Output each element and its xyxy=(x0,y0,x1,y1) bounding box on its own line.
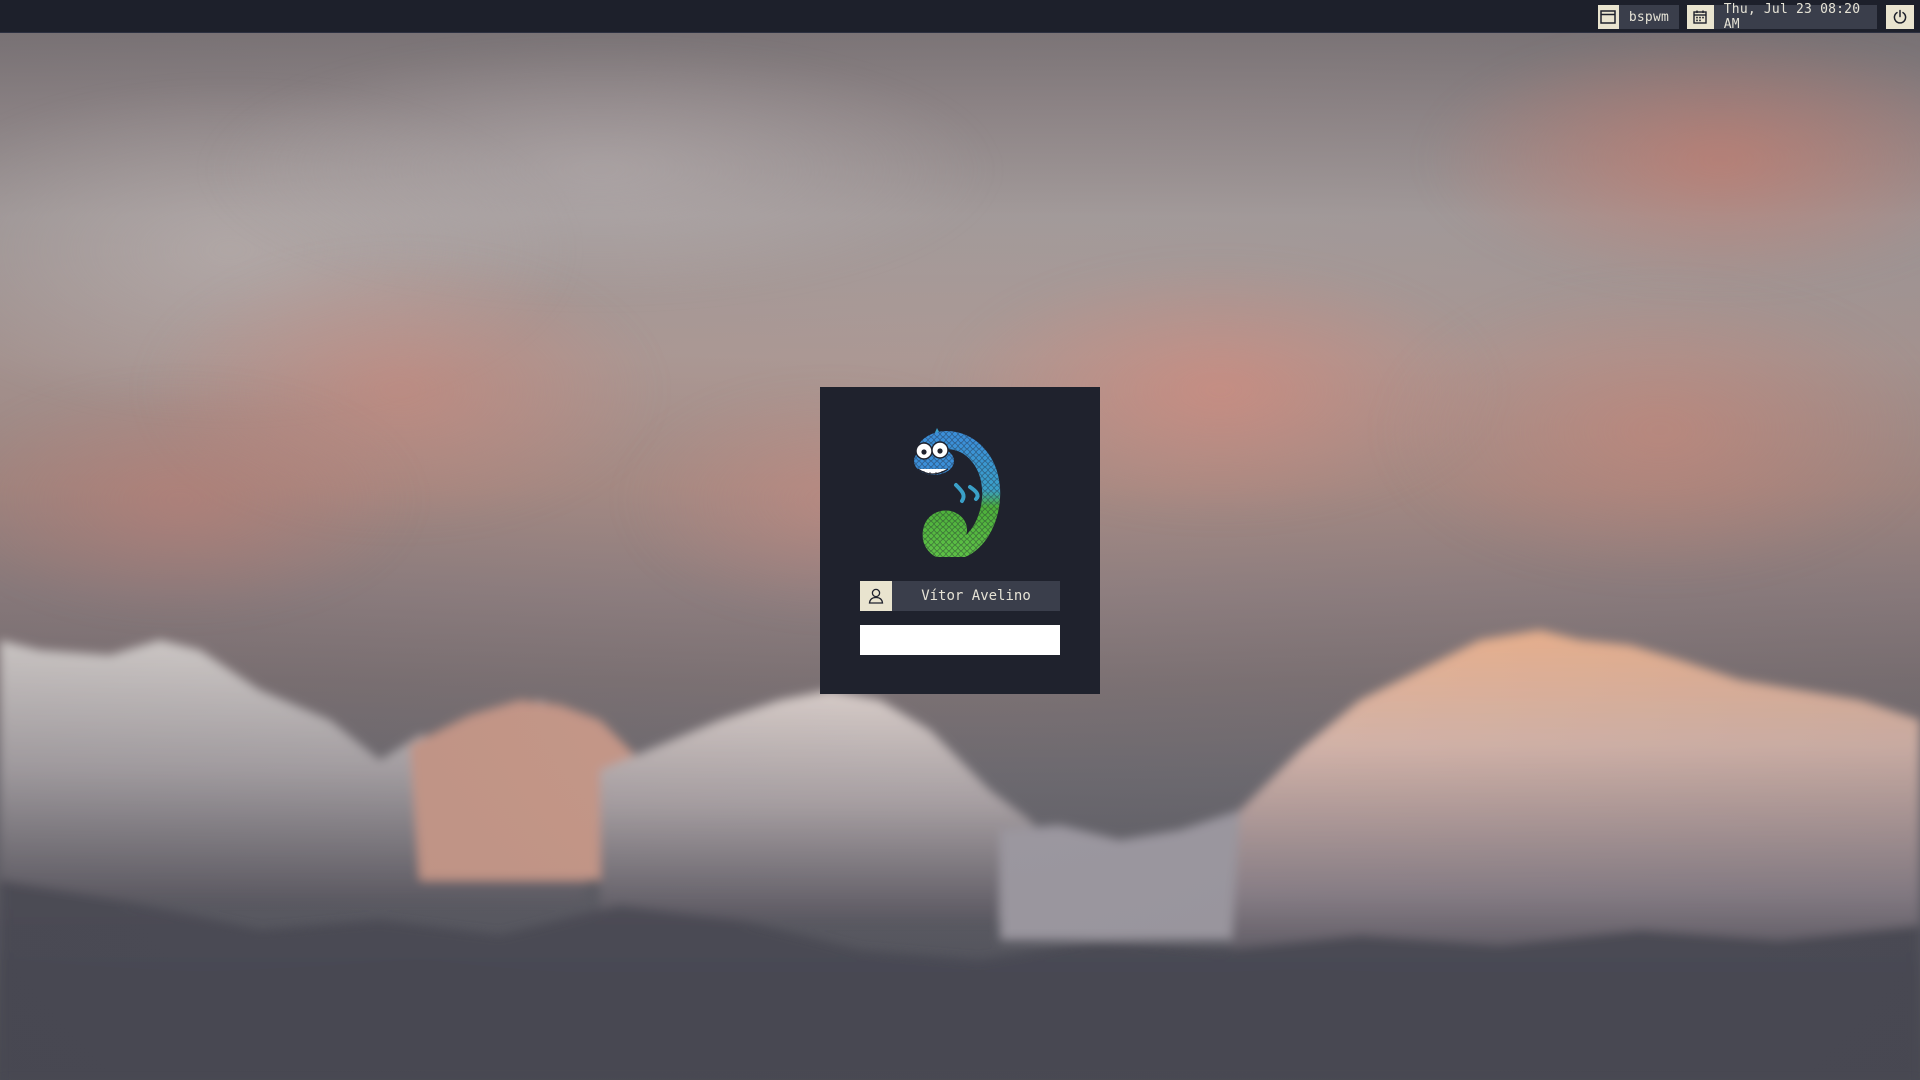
power-button[interactable] xyxy=(1886,5,1914,29)
clock-widget: Thu, Jul 23 08:20 AM xyxy=(1687,2,1877,32)
login-panel: Vítor Avelino xyxy=(820,387,1100,694)
calendar-icon xyxy=(1687,5,1714,29)
window-icon xyxy=(1598,5,1619,29)
window-manager-indicator: bspwm xyxy=(1598,5,1679,29)
power-icon xyxy=(1893,9,1907,24)
top-panel: bspwm Thu, Jul 23 08:20 AM xyxy=(0,0,1920,33)
chameleon-logo-icon xyxy=(914,428,1001,557)
user-icon xyxy=(860,581,892,611)
window-manager-label: bspwm xyxy=(1628,9,1669,25)
password-field[interactable] xyxy=(860,625,1060,655)
user-selector[interactable]: Vítor Avelino xyxy=(860,581,1060,611)
clock-label: Thu, Jul 23 08:20 AM xyxy=(1723,2,1861,32)
username-label: Vítor Avelino xyxy=(921,588,1031,604)
